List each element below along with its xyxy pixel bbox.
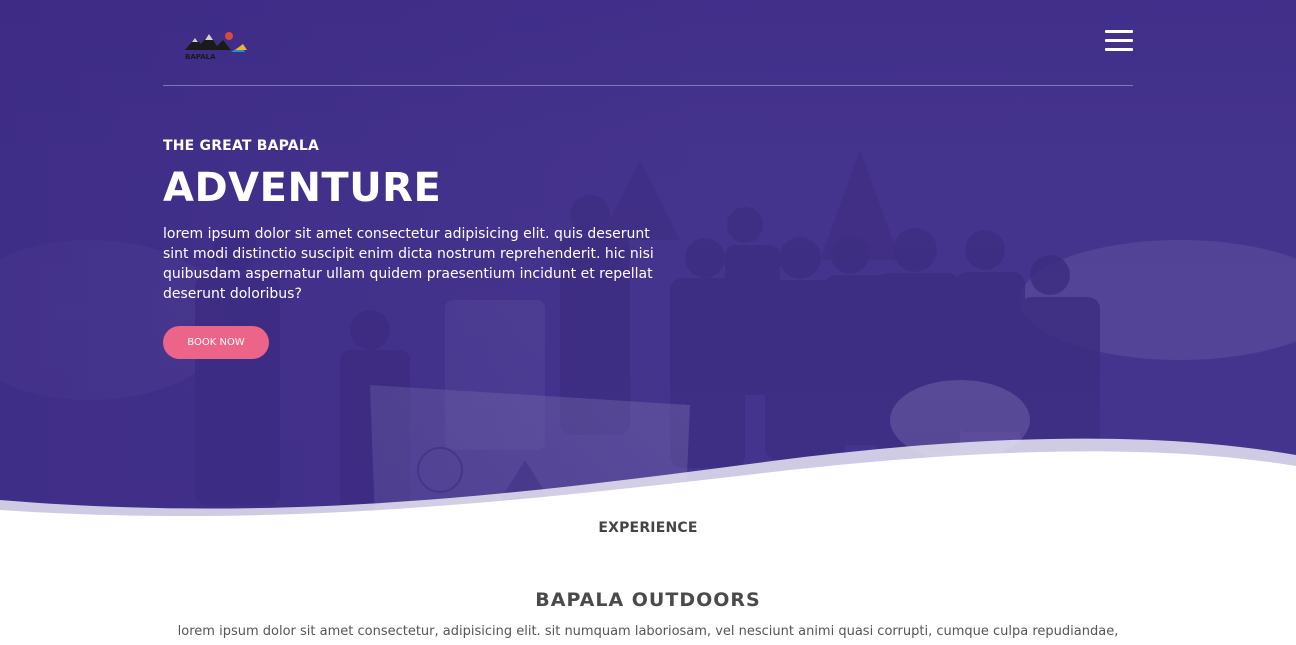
hero-wave-divider bbox=[0, 438, 1296, 520]
book-now-button[interactable]: BOOK NOW bbox=[163, 326, 269, 359]
top-navbar: BAPALA bbox=[163, 22, 1133, 70]
hero-title: ADVENTURE bbox=[163, 165, 442, 211]
section-eyebrow: EXPERIENCE bbox=[598, 520, 698, 536]
section-title: BAPALA OUTDOORS bbox=[535, 589, 761, 611]
navbar-divider bbox=[163, 85, 1133, 86]
hamburger-menu-icon[interactable] bbox=[1105, 30, 1133, 52]
hero-description: lorem ipsum dolor sit amet consectetur a… bbox=[163, 226, 654, 302]
svg-text:BAPALA: BAPALA bbox=[185, 53, 216, 61]
hero-content: THE GREAT BAPALA ADVENTURE lorem ipsum d… bbox=[163, 138, 683, 359]
mountain-logo-icon[interactable]: BAPALA bbox=[183, 26, 249, 62]
section-description: lorem ipsum dolor sit amet consectetur, … bbox=[177, 624, 1119, 639]
hero-eyebrow: THE GREAT BAPALA bbox=[163, 138, 319, 154]
